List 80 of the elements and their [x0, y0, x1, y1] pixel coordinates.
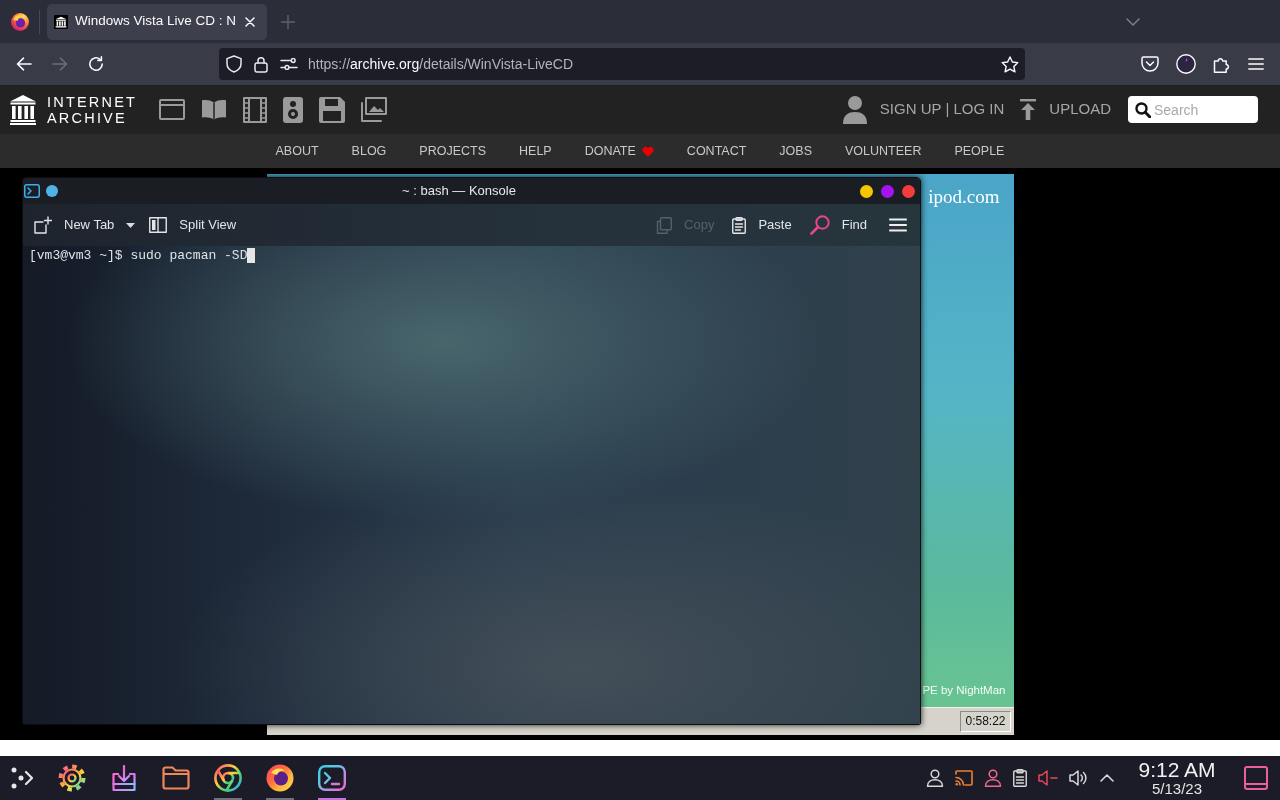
search-field[interactable]: Search	[1128, 96, 1258, 123]
menu-link[interactable]: VOLUNTEER	[845, 141, 922, 161]
time-text[interactable]: 9:12 AM	[1138, 759, 1216, 780]
logo-text[interactable]: ARCHIVE	[47, 109, 138, 126]
search-icon	[809, 215, 830, 235]
terminal-line: [vm3@vm3 ~]$ sudo pacman -SD	[29, 247, 248, 264]
minimize-button[interactable]	[860, 184, 873, 198]
terminal-app-icon[interactable]	[24, 184, 40, 198]
back-icon[interactable]	[16, 57, 32, 71]
tray-clock: 0:58:22	[960, 711, 1011, 732]
temple-logo-icon[interactable]	[10, 94, 36, 125]
find-button[interactable]: Find	[805, 210, 871, 240]
url-text: https://archive.org/details/WinVista-LiveCD	[308, 54, 574, 74]
sliders-icon[interactable]	[280, 58, 298, 70]
film-icon[interactable]	[243, 96, 268, 123]
dot-button[interactable]	[46, 185, 58, 197]
muted-speaker-icon[interactable]	[1038, 770, 1058, 786]
download-icon	[110, 764, 138, 792]
maximize-button[interactable]	[881, 184, 894, 198]
menu-link[interactable]: PEOPLE	[954, 141, 1005, 161]
caret-up-icon[interactable]	[1100, 774, 1114, 782]
pocket-icon[interactable]	[1141, 56, 1159, 72]
new-tab-icon	[34, 216, 52, 234]
images-icon[interactable]	[361, 97, 388, 122]
star-icon[interactable]	[1001, 55, 1019, 73]
chevron-down-icon[interactable]	[1126, 17, 1140, 26]
address-bar[interactable]: https://archive.org/details/WinVista-LiveCD	[219, 48, 1025, 80]
search-icon[interactable]	[1135, 102, 1151, 118]
split-view-icon	[149, 217, 168, 233]
columns-icon	[54, 14, 68, 29]
banner-text: ipod.com	[928, 185, 1000, 209]
gear-icon	[58, 764, 86, 792]
upload-link[interactable]: UPLOAD	[1049, 98, 1111, 121]
terminal-area[interactable]: [vm3@vm3 ~]$ sudo pacman -SD	[23, 246, 920, 724]
browser-window-icon[interactable]	[159, 99, 186, 120]
terminal-icon	[318, 765, 346, 791]
logo-text[interactable]: INTERNET	[47, 93, 138, 110]
clipboard-icon	[732, 216, 747, 234]
menu-link[interactable]: JOBS	[779, 141, 812, 161]
menu-link[interactable]: BLOG	[351, 141, 387, 161]
new-tab-button[interactable]: New Tab	[30, 210, 140, 240]
menu-link[interactable]: CONTACT	[686, 141, 747, 161]
split-view-button[interactable]: Split View	[145, 210, 241, 240]
volume-icon[interactable]	[1069, 770, 1089, 786]
shield-icon[interactable]	[226, 55, 242, 73]
menu-icon[interactable]	[889, 218, 907, 232]
upload-icon[interactable]	[1020, 99, 1037, 120]
date-text[interactable]: 5/13/23	[1151, 780, 1202, 797]
cast-icon[interactable]	[955, 770, 973, 786]
puzzle-icon[interactable]	[1213, 55, 1231, 73]
close-button[interactable]	[902, 184, 915, 198]
app-logo-icon[interactable]	[11, 12, 29, 31]
lock-icon[interactable]	[254, 55, 268, 73]
launcher-icon	[11, 767, 33, 789]
menu-link[interactable]: HELP	[519, 141, 552, 161]
separator-text: |	[945, 99, 950, 120]
paste-button[interactable]: Paste	[728, 210, 796, 240]
account-link[interactable]: LOG IN	[953, 98, 1005, 121]
clipboard-icon[interactable]	[1013, 769, 1027, 787]
swirl-icon	[266, 764, 294, 792]
account-icon[interactable]	[1176, 54, 1196, 74]
person-icon[interactable]	[984, 769, 1002, 787]
person-icon[interactable]	[926, 769, 944, 787]
copy-icon	[656, 216, 673, 234]
person-icon[interactable]	[842, 95, 867, 124]
ring-icon	[214, 764, 242, 792]
account-link[interactable]: SIGN UP	[879, 98, 942, 121]
book-icon[interactable]	[201, 99, 228, 120]
menu-link[interactable]: DONATE	[584, 141, 654, 161]
heart-icon	[641, 145, 654, 157]
menu-link[interactable]: PROJECTS	[419, 141, 487, 161]
folder-icon	[162, 766, 190, 790]
window-title: ~ : bash — Konsole	[402, 182, 516, 201]
credit-text: PE by NightMan	[922, 682, 1006, 698]
reload-icon[interactable]	[88, 56, 104, 72]
speaker-icon[interactable]	[283, 96, 304, 123]
menu-link[interactable]: ABOUT	[275, 141, 319, 161]
browser-tab[interactable]: Windows Vista Live CD : N	[47, 3, 267, 40]
close-icon[interactable]	[245, 16, 255, 27]
show-desktop-icon[interactable]	[1244, 766, 1268, 790]
